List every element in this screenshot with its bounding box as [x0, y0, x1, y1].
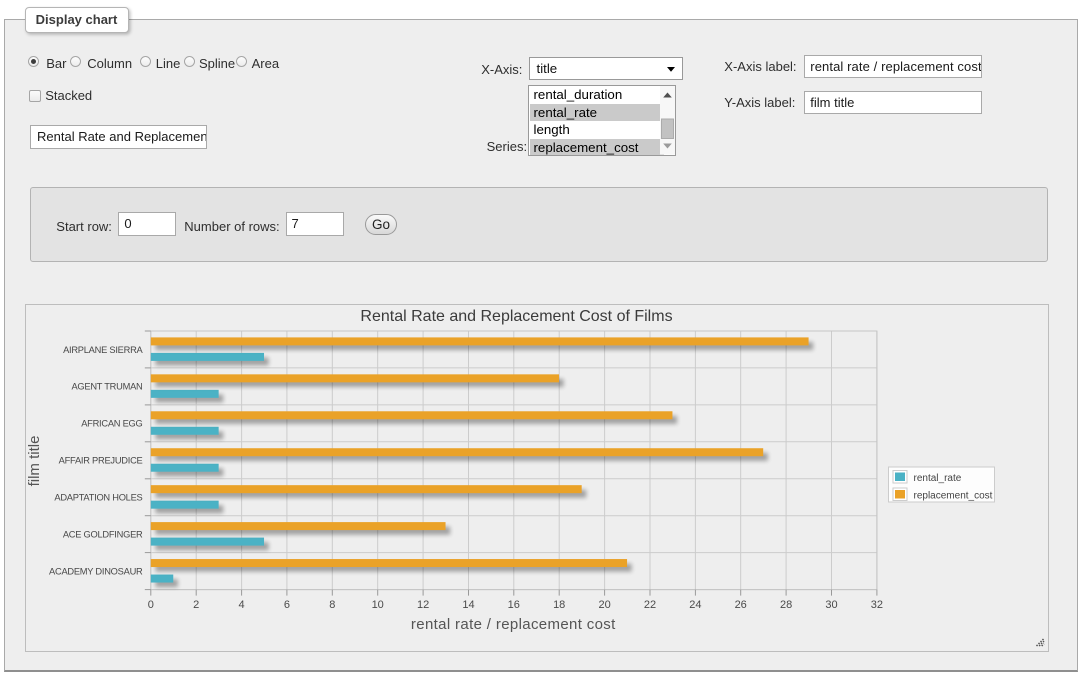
svg-text:Rental Rate and Replacement Co: Rental Rate and Replacement Cost of Film…: [360, 308, 672, 325]
svg-text:film title: film title: [26, 436, 43, 487]
svg-text:0: 0: [147, 599, 153, 611]
svg-text:ACADEMY DINOSAUR: ACADEMY DINOSAUR: [49, 566, 143, 576]
svg-text:AIRPLANE SIERRA: AIRPLANE SIERRA: [63, 345, 143, 355]
svg-text:2: 2: [193, 599, 199, 611]
svg-text:14: 14: [462, 599, 474, 611]
svg-text:ACE GOLDFINGER: ACE GOLDFINGER: [62, 530, 142, 540]
svg-text:8: 8: [329, 599, 335, 611]
svg-text:30: 30: [825, 599, 837, 611]
svg-text:32: 32: [870, 599, 882, 611]
svg-text:22: 22: [643, 599, 655, 611]
svg-text:rental rate / replacement cost: rental rate / replacement cost: [410, 616, 615, 633]
svg-text:4: 4: [238, 599, 244, 611]
svg-text:28: 28: [779, 599, 791, 611]
svg-text:AFRICAN EGG: AFRICAN EGG: [81, 419, 142, 429]
svg-text:20: 20: [598, 599, 610, 611]
svg-text:16: 16: [507, 599, 519, 611]
svg-text:AFFAIR PREJUDICE: AFFAIR PREJUDICE: [58, 456, 142, 466]
svg-text:AGENT TRUMAN: AGENT TRUMAN: [71, 382, 142, 392]
svg-text:26: 26: [734, 599, 746, 611]
svg-text:rental_rate: rental_rate: [913, 473, 961, 484]
svg-text:10: 10: [371, 599, 383, 611]
svg-text:ADAPTATION HOLES: ADAPTATION HOLES: [54, 493, 142, 503]
svg-text:24: 24: [689, 599, 701, 611]
svg-text:18: 18: [553, 599, 565, 611]
svg-text:12: 12: [416, 599, 428, 611]
svg-text:6: 6: [283, 599, 289, 611]
svg-text:replacement_cost: replacement_cost: [913, 490, 992, 501]
